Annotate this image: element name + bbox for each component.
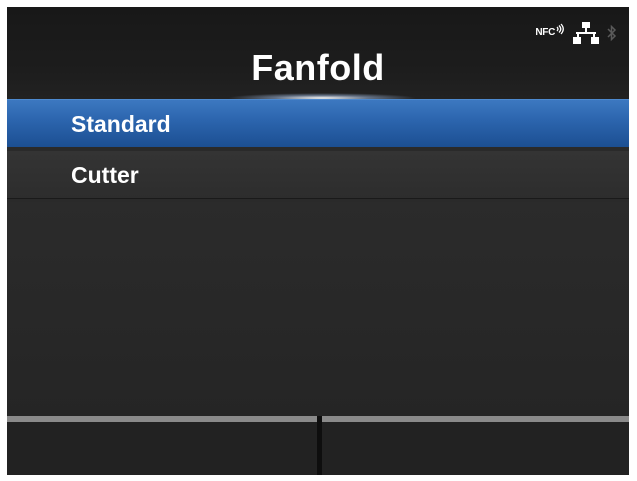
status-icons: NFC [535, 19, 617, 47]
header-bar: Fanfold NFC [7, 7, 629, 103]
nfc-icon: NFC [535, 19, 565, 47]
nfc-label: NFC [535, 27, 555, 38]
menu-item-cutter[interactable]: Cutter [7, 151, 629, 199]
lan-icon [573, 22, 599, 44]
printer-display: Fanfold NFC Standard Cutter [7, 7, 629, 475]
page-title: Fanfold [251, 47, 385, 88]
empty-menu-area [7, 202, 629, 416]
right-softkey[interactable] [322, 416, 629, 475]
menu-item-standard[interactable]: Standard [7, 99, 629, 147]
menu-item-label: Cutter [71, 162, 139, 188]
left-softkey[interactable] [7, 416, 317, 475]
menu-item-label: Standard [71, 111, 171, 137]
bluetooth-icon [607, 24, 617, 42]
